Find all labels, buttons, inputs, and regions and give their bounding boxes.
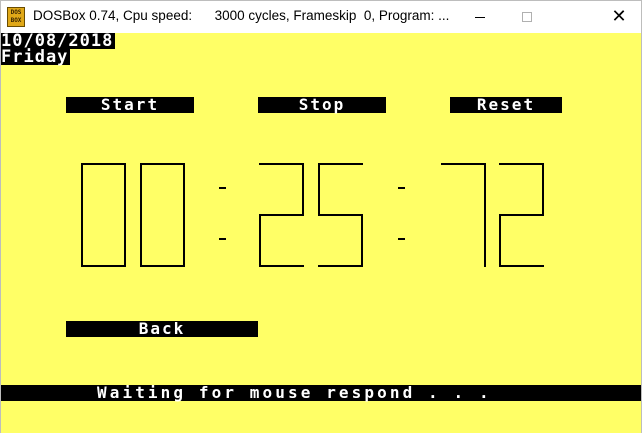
digit-segment <box>81 214 83 267</box>
digit-segment <box>140 163 185 165</box>
timer-digit <box>140 163 185 267</box>
icon-label-line1: DOS <box>10 9 22 16</box>
timer-separator-1-text: : <box>1 33 2 34</box>
maximize-button[interactable] <box>504 1 550 33</box>
digit-segment <box>302 163 304 216</box>
digit-segment <box>124 163 126 216</box>
digit-segment <box>318 214 363 216</box>
close-icon: ✕ <box>611 6 627 27</box>
title-bar[interactable]: DOS BOX DOSBox 0.74, Cpu speed: 3000 cyc… <box>1 1 641 33</box>
digit-segment <box>183 163 185 216</box>
digit-segment <box>259 214 261 267</box>
digit-segment <box>484 214 486 267</box>
timer-hours-text: 00 <box>1 33 2 34</box>
digit-segment <box>183 214 185 267</box>
digit-segment <box>542 163 544 216</box>
timer-minutes-text: 25 <box>1 33 2 34</box>
digit-segment <box>361 214 363 267</box>
digit-segment <box>124 214 126 267</box>
digit-segment <box>499 265 544 267</box>
timer-digit <box>441 163 486 267</box>
dosbox-window: DOS BOX DOSBox 0.74, Cpu speed: 3000 cyc… <box>0 0 642 433</box>
maximize-icon <box>522 12 532 22</box>
timer-digit <box>259 163 304 267</box>
minimize-button[interactable] <box>457 1 503 33</box>
timer-digit <box>499 163 544 267</box>
digit-segment <box>499 214 501 267</box>
timer-colon-dot <box>219 238 226 240</box>
timer-colon-dot <box>398 187 405 189</box>
digit-segment <box>259 265 304 267</box>
stopwatch-display: 00 : 25 : 72 <box>1 33 641 433</box>
timer-seconds-text: 72 <box>1 33 2 34</box>
digit-segment <box>259 214 304 216</box>
timer-colon-dot <box>219 187 226 189</box>
digit-segment <box>499 163 544 165</box>
digit-segment <box>81 265 126 267</box>
dosbox-icon[interactable]: DOS BOX <box>7 7 25 27</box>
digit-segment <box>81 163 83 216</box>
digit-segment <box>140 214 142 267</box>
timer-digit <box>81 163 126 267</box>
digit-segment <box>318 163 320 216</box>
close-button[interactable]: ✕ <box>596 1 642 33</box>
timer-separator-2-text: : <box>1 33 2 34</box>
dos-screen[interactable]: 10/08/2018 Friday Start Stop Reset 00 : … <box>1 33 641 433</box>
window-title: DOSBox 0.74, Cpu speed: 3000 cycles, Fra… <box>33 8 450 23</box>
status-bar: Waiting for mouse respond . . . <box>1 385 641 401</box>
digit-segment <box>140 265 185 267</box>
digit-segment <box>484 163 486 216</box>
digit-segment <box>81 163 126 165</box>
digit-segment <box>499 214 544 216</box>
digit-segment <box>318 163 363 165</box>
timer-colon-dot <box>398 238 405 240</box>
timer-digit <box>318 163 363 267</box>
digit-segment <box>318 265 363 267</box>
icon-label-line2: BOX <box>10 17 22 24</box>
digit-segment <box>259 163 304 165</box>
digit-segment <box>140 163 142 216</box>
back-button[interactable]: Back <box>66 321 258 337</box>
digit-segment <box>441 163 486 165</box>
minimize-icon <box>475 16 485 18</box>
